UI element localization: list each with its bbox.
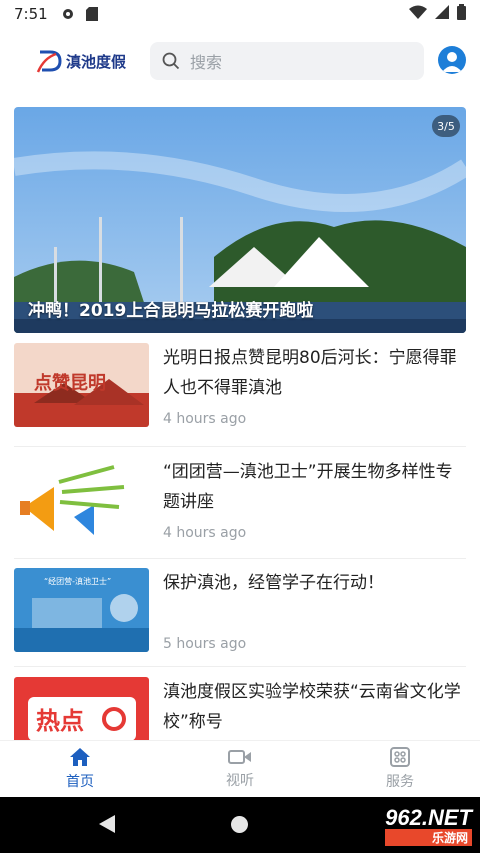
- news-title: 光明日报点赞昆明80后河长：宁愿得罪人也不得罪滇池: [163, 348, 457, 398]
- news-thumbnail: 热点: [14, 677, 149, 740]
- tab-label: 视听: [226, 772, 254, 789]
- search-icon: [162, 52, 180, 70]
- news-title: “团团营—滇池卫士”开展生物多样性专题讲座: [163, 462, 453, 512]
- thumb-text: 点赞昆明: [34, 372, 106, 394]
- system-nav-bar: 962.NET 乐游网: [0, 797, 480, 853]
- tab-service[interactable]: 服务: [320, 741, 480, 796]
- settings-icon: [60, 6, 76, 22]
- tab-label: 服务: [386, 773, 414, 790]
- watermark-main: 962.NET: [385, 805, 472, 830]
- banner-title: 冲鸭！2019上合昆明马拉松赛开跑啦: [28, 301, 314, 321]
- service-icon: [390, 746, 410, 767]
- tab-home[interactable]: 首页: [0, 741, 160, 796]
- list-item[interactable]: “经团营-滇池卫士” 保护滇池，经管学子在行动！ 5 hours ago: [14, 568, 466, 680]
- news-time: 4 hours ago: [163, 525, 247, 541]
- news-thumbnail: [14, 457, 149, 541]
- wifi-icon: [409, 5, 427, 23]
- avatar[interactable]: [438, 46, 466, 74]
- bottom-tab-bar: 首页 视听 服务: [0, 740, 480, 796]
- battery-icon: [457, 4, 466, 24]
- divider: [14, 558, 466, 559]
- news-title: 滇池度假区实验学校荣获“云南省文化学校”称号: [163, 682, 461, 732]
- thumb-text: 热点: [36, 707, 84, 735]
- news-time: 4 hours ago: [163, 411, 247, 427]
- status-bar: 7:51: [0, 0, 480, 28]
- news-time: 5 hours ago: [163, 636, 247, 652]
- signal-icon: [435, 5, 449, 23]
- divider: [14, 666, 466, 667]
- news-thumbnail: 点赞昆明: [14, 343, 149, 427]
- app-header: 滇池度假 搜索: [0, 38, 480, 86]
- thumb-text: “经团营-滇池卫士”: [44, 576, 111, 586]
- sd-card-icon: [84, 6, 100, 22]
- search-input[interactable]: 搜索: [150, 42, 424, 80]
- list-item[interactable]: “团团营—滇池卫士”开展生物多样性专题讲座 4 hours ago: [14, 457, 466, 569]
- news-thumbnail: “经团营-滇池卫士”: [14, 568, 149, 652]
- home-button[interactable]: [231, 816, 248, 833]
- watermark: 962.NET 乐游网: [385, 805, 472, 846]
- back-icon[interactable]: [98, 814, 116, 834]
- home-icon: [70, 747, 90, 766]
- tab-media[interactable]: 视听: [160, 741, 320, 796]
- watermark-sub: 乐游网: [385, 829, 472, 846]
- list-item[interactable]: 点赞昆明 光明日报点赞昆明80后河长：宁愿得罪人也不得罪滇池 4 hours a…: [14, 343, 466, 455]
- list-item[interactable]: 热点 滇池度假区实验学校荣获“云南省文化学校”称号: [14, 677, 466, 740]
- app-logo: 滇池度假: [36, 48, 126, 74]
- search-placeholder: 搜索: [190, 53, 223, 72]
- carousel-indicator: 3/5: [432, 115, 460, 137]
- video-icon: [228, 749, 251, 764]
- logo-mark-icon: [36, 50, 62, 73]
- tab-label: 首页: [66, 773, 94, 790]
- status-time: 7:51: [14, 5, 48, 23]
- banner-carousel[interactable]: 3/5 冲鸭！2019上合昆明马拉松赛开跑啦: [14, 107, 466, 333]
- logo-text: 滇池度假: [66, 52, 127, 71]
- news-title: 保护滇池，经管学子在行动！: [163, 573, 384, 593]
- user-icon: [442, 52, 462, 72]
- divider: [14, 446, 466, 447]
